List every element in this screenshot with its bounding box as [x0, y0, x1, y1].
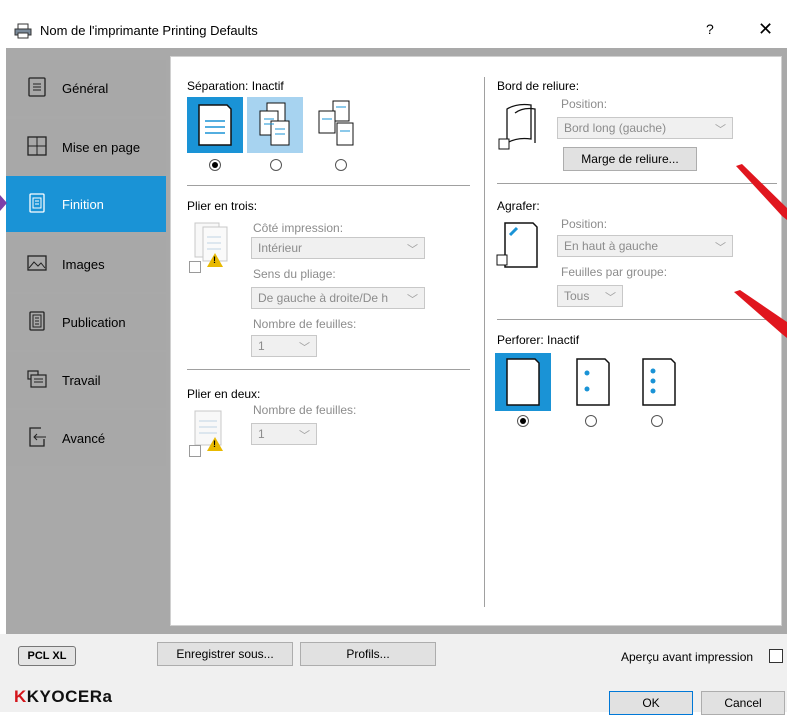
bifold-sheets-label: Nombre de feuilles:	[253, 403, 357, 417]
warning-icon: !	[207, 253, 223, 267]
single-document-icon	[198, 104, 232, 146]
kyocera-logo: KKYOCERa	[14, 687, 113, 706]
staple-sheets-label: Feuilles par groupe:	[561, 265, 668, 279]
sidebar-item-publishing[interactable]: Publication	[6, 294, 166, 350]
staple-title: Agrafer:	[497, 199, 540, 213]
punch-title: Perforer: Inactif	[497, 333, 580, 347]
sidebar-item-finishing[interactable]: Finition	[6, 176, 166, 232]
trifold-direction-label: Sens du pliage:	[253, 267, 336, 281]
plain-page-icon	[506, 358, 540, 406]
profiles-button[interactable]: Profils...	[300, 642, 436, 666]
publishing-icon	[29, 311, 45, 331]
punch-radio-2holes[interactable]	[585, 415, 597, 427]
separation-radio-offset[interactable]	[335, 159, 347, 171]
finishing-panel: Séparation: Inactif Plier en trois: ! Cô…	[170, 56, 782, 626]
preview-label: Aperçu avant impression	[621, 650, 754, 664]
save-as-button[interactable]: Enregistrer sous...	[157, 642, 293, 666]
sidebar: Général Mise en page Finition Images Pub…	[6, 56, 166, 632]
preview-checkbox[interactable]	[769, 649, 783, 663]
ok-button[interactable]: OK	[609, 691, 693, 715]
separation-radio-off[interactable]	[209, 159, 221, 171]
chevron-down-icon: ﹀	[299, 430, 310, 442]
separation-option-group[interactable]	[247, 97, 303, 153]
bifold-sheets-select[interactable]: 1 ﹀	[251, 423, 317, 445]
chevron-down-icon: ﹀	[715, 242, 726, 254]
chevron-down-icon: ﹀	[299, 342, 310, 354]
sidebar-item-label: Général	[62, 81, 109, 96]
column-divider	[484, 77, 485, 607]
punch-option-2holes[interactable]	[565, 353, 621, 411]
staple-position-label: Position:	[561, 217, 608, 231]
sidebar-item-label: Images	[62, 257, 105, 272]
sidebar-item-job[interactable]: Travail	[6, 352, 166, 408]
warning-icon: !	[207, 437, 223, 451]
general-icon	[28, 77, 46, 97]
punch-radio-3holes[interactable]	[651, 415, 663, 427]
close-button[interactable]: ✕	[758, 19, 773, 40]
trifold-side-label: Côté impression:	[253, 221, 344, 235]
separation-value: Inactif	[251, 79, 284, 93]
offset-documents-icon	[318, 100, 354, 146]
trifold-title: Plier en trois:	[187, 199, 258, 213]
three-hole-punch-icon	[642, 358, 676, 406]
binding-title: Bord de reliure:	[497, 79, 580, 93]
binding-edge-icon	[498, 103, 536, 150]
staple-position-select[interactable]: En haut à gauche ﹀	[557, 235, 733, 257]
printer-icon	[14, 23, 32, 39]
two-hole-punch-icon	[576, 358, 610, 406]
sidebar-item-label: Publication	[62, 315, 126, 330]
punch-option-3holes[interactable]	[631, 353, 687, 411]
trifold-direction-select[interactable]: De gauche à droite/De h ﹀	[251, 287, 425, 309]
binding-position-select[interactable]: Bord long (gauche) ﹀	[557, 117, 733, 139]
chevron-down-icon: ﹀	[605, 292, 616, 304]
sidebar-item-label: Finition	[62, 197, 104, 212]
chevron-down-icon: ﹀	[407, 294, 418, 306]
sidebar-item-layout[interactable]: Mise en page	[6, 119, 166, 175]
divider	[187, 369, 470, 370]
binding-position-label: Position:	[561, 97, 608, 111]
collated-documents-icon	[259, 102, 290, 146]
finishing-icon	[29, 193, 45, 213]
bifold-checkbox[interactable]	[189, 445, 201, 457]
sidebar-item-label: Avancé	[62, 431, 106, 446]
staple-icon	[496, 222, 538, 268]
sidebar-item-advanced[interactable]: Avancé	[6, 410, 166, 466]
annotation-arrow	[736, 164, 787, 220]
binding-margin-button[interactable]: Marge de reliure...	[563, 147, 697, 171]
trifold-checkbox[interactable]	[189, 261, 201, 273]
image-icon	[27, 255, 47, 271]
job-icon	[27, 370, 47, 388]
layout-icon	[27, 136, 47, 156]
trifold-sheets-select[interactable]: 1 ﹀	[251, 335, 317, 357]
punch-radio-off[interactable]	[517, 415, 529, 427]
separation-option-offset[interactable]	[311, 97, 367, 153]
divider	[497, 183, 777, 184]
trifold-side-select[interactable]: Intérieur ﹀	[251, 237, 425, 259]
punch-option-off[interactable]	[495, 353, 551, 411]
sidebar-item-label: Travail	[62, 373, 101, 388]
sidebar-item-general[interactable]: Général	[6, 60, 166, 116]
selection-marker	[0, 195, 7, 211]
help-button[interactable]: ?	[706, 21, 714, 37]
sidebar-item-images[interactable]: Images	[6, 236, 166, 292]
trifold-sheets-label: Nombre de feuilles:	[253, 317, 357, 331]
annotation-arrow	[734, 290, 787, 338]
divider	[187, 185, 470, 186]
separation-option-off[interactable]	[187, 97, 243, 153]
bifold-title: Plier en deux:	[187, 387, 261, 401]
staple-sheets-select[interactable]: Tous ﹀	[557, 285, 623, 307]
separation-radio-group[interactable]	[270, 159, 282, 171]
window-title: Nom de l'imprimante Printing Defaults	[40, 23, 258, 38]
punch-value: Inactif	[547, 333, 580, 347]
chevron-down-icon: ﹀	[407, 244, 418, 256]
sidebar-item-label: Mise en page	[62, 140, 141, 155]
cancel-button[interactable]: Cancel	[701, 691, 785, 715]
chevron-down-icon: ﹀	[715, 124, 726, 136]
separation-title: Séparation: Inactif	[187, 79, 284, 93]
title-bar: Nom de l'imprimante Printing Defaults ? …	[0, 0, 787, 50]
advanced-icon	[29, 427, 46, 447]
pcl-badge[interactable]: PCL XL	[18, 646, 76, 666]
